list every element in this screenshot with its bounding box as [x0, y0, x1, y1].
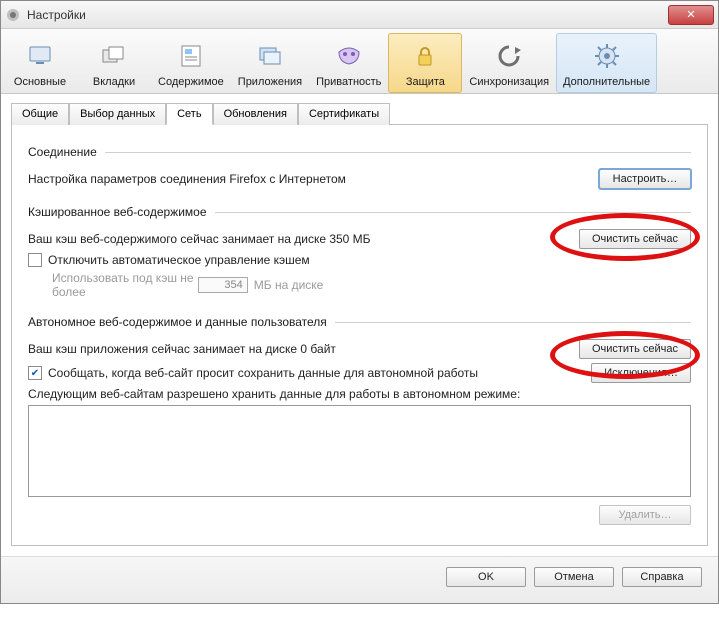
- cache-size-text: Ваш кэш веб-содержимого сейчас занимает …: [28, 232, 579, 246]
- tb-label: Приложения: [238, 76, 302, 88]
- section-cache-title: Кэшированное веб-содержимое: [28, 205, 691, 219]
- close-button[interactable]: ✕: [668, 5, 714, 25]
- mask-icon: [333, 40, 365, 72]
- tb-apps[interactable]: Приложения: [231, 33, 309, 93]
- tb-label: Приватность: [316, 76, 381, 88]
- tb-label: Вкладки: [93, 76, 135, 88]
- tb-security[interactable]: Защита: [388, 33, 462, 93]
- configure-connection-button[interactable]: Настроить…: [599, 169, 691, 189]
- dialog-footer: OK Отмена Справка: [1, 556, 718, 603]
- close-icon: ✕: [686, 8, 695, 21]
- disable-auto-cache-label: Отключить автоматическое управление кэше…: [48, 253, 691, 267]
- apps-icon: [254, 40, 286, 72]
- subtab-data-choice[interactable]: Выбор данных: [69, 103, 166, 125]
- notify-offline-checkbox[interactable]: ✔: [28, 366, 42, 380]
- settings-window: Настройки ✕ Основные Вкладки Содержимое …: [0, 0, 719, 604]
- subtab-network[interactable]: Сеть: [166, 103, 212, 125]
- tb-label: Защита: [406, 76, 445, 88]
- gear-icon: [591, 40, 623, 72]
- tb-sync[interactable]: Синхронизация: [462, 33, 556, 93]
- cache-limit-input[interactable]: [198, 277, 248, 293]
- tb-label: Дополнительные: [563, 76, 650, 88]
- titlebar: Настройки ✕: [1, 1, 718, 29]
- subtab-updates[interactable]: Обновления: [213, 103, 298, 125]
- main-toolbar: Основные Вкладки Содержимое Приложения П…: [1, 29, 718, 94]
- allowed-sites-label: Следующим веб-сайтам разрешено хранить д…: [28, 387, 691, 401]
- tb-tabs[interactable]: Вкладки: [77, 33, 151, 93]
- network-panel: Соединение Настройка параметров соединен…: [11, 125, 708, 546]
- content-area: Общие Выбор данных Сеть Обновления Серти…: [1, 94, 718, 556]
- monitor-icon: [24, 40, 56, 72]
- exceptions-button[interactable]: Исключения…: [591, 363, 691, 383]
- content-icon: [175, 40, 207, 72]
- tb-content[interactable]: Содержимое: [151, 33, 231, 93]
- notify-offline-label: Сообщать, когда веб-сайт просит сохранит…: [48, 366, 591, 380]
- section-connection-title: Соединение: [28, 145, 691, 159]
- tb-privacy[interactable]: Приватность: [309, 33, 388, 93]
- cache-limit-prefix: Использовать под кэш не более: [52, 271, 194, 299]
- tb-label: Синхронизация: [469, 76, 549, 88]
- tb-general[interactable]: Основные: [3, 33, 77, 93]
- subtabs: Общие Выбор данных Сеть Обновления Серти…: [11, 102, 708, 125]
- clear-offline-button[interactable]: Очистить сейчас: [579, 339, 691, 359]
- clear-cache-button[interactable]: Очистить сейчас: [579, 229, 691, 249]
- allowed-sites-list[interactable]: [28, 405, 691, 497]
- section-offline-title: Автономное веб-содержимое и данные польз…: [28, 315, 691, 329]
- connection-text: Настройка параметров соединения Firefox …: [28, 172, 599, 186]
- tabs-icon: [98, 40, 130, 72]
- subtab-certificates[interactable]: Сертификаты: [298, 103, 390, 125]
- window-title: Настройки: [27, 8, 668, 22]
- cache-limit-label: Использовать под кэш не более: [28, 271, 198, 299]
- sync-icon: [493, 40, 525, 72]
- app-icon: [5, 7, 21, 23]
- disable-auto-cache-checkbox[interactable]: [28, 253, 42, 267]
- tb-label: Основные: [14, 76, 66, 88]
- subtab-general[interactable]: Общие: [11, 103, 69, 125]
- lock-icon: [409, 40, 441, 72]
- tb-label: Содержимое: [158, 76, 224, 88]
- cancel-button[interactable]: Отмена: [534, 567, 614, 587]
- help-button[interactable]: Справка: [622, 567, 702, 587]
- offline-size-text: Ваш кэш приложения сейчас занимает на ди…: [28, 342, 579, 356]
- delete-site-button[interactable]: Удалить…: [599, 505, 691, 525]
- ok-button[interactable]: OK: [446, 567, 526, 587]
- tb-advanced[interactable]: Дополнительные: [556, 33, 657, 93]
- cache-limit-suffix: МБ на диске: [254, 278, 691, 292]
